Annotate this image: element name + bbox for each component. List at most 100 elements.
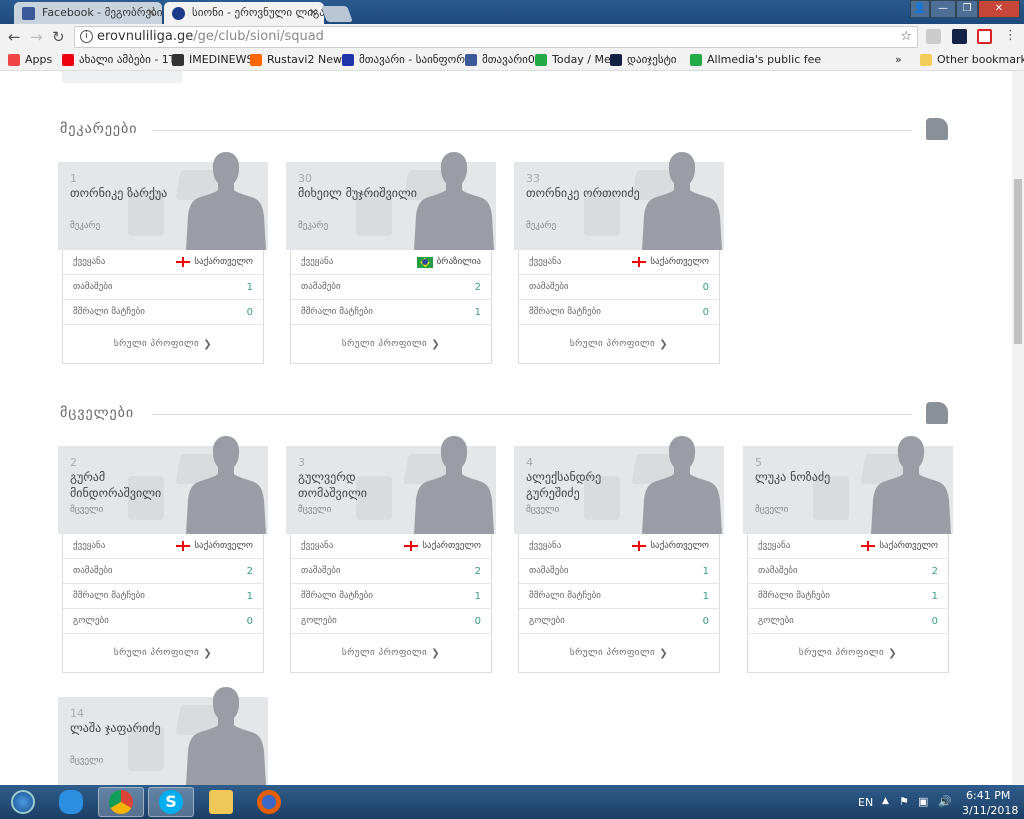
full-profile-button[interactable]: სრული პროფილი ❯ <box>63 634 263 672</box>
stat-label: ქვეყანა <box>301 257 334 267</box>
show-hidden-icons[interactable]: ▲ <box>882 796 889 806</box>
extension-icon[interactable] <box>977 29 992 44</box>
full-profile-label: სრული პროფილი <box>113 648 200 658</box>
player-country: საქართველო <box>861 541 938 551</box>
player-card-header[interactable]: 3 გულვერდ თომაშვილი მცველი <box>286 436 496 534</box>
stat-value: 0 <box>931 615 938 627</box>
season-selector[interactable] <box>62 71 182 83</box>
tab-facebook[interactable]: Facebook - მეგობრები ან ცა ✕ <box>14 2 162 24</box>
stat-row: ქვეყანა საქართველო <box>519 534 719 559</box>
full-profile-button[interactable]: სრული პროფილი ❯ <box>291 325 491 363</box>
firefox-icon[interactable] <box>246 787 292 817</box>
network-icon[interactable]: ▣ <box>918 795 928 808</box>
stat-value: 2 <box>474 281 481 293</box>
player-name[interactable]: ლაშა ჯაფარიძე <box>70 720 190 736</box>
player-card-header[interactable]: 4 ალექსანდრე გურეშიძე მცველი <box>514 436 724 534</box>
start-button[interactable] <box>0 787 46 817</box>
full-profile-button[interactable]: სრული პროფილი ❯ <box>291 634 491 672</box>
bookmark-favicon <box>535 53 547 66</box>
full-profile-button[interactable]: სრული პროფილი ❯ <box>519 634 719 672</box>
profile-button[interactable]: 👤 <box>910 0 930 18</box>
bookmarks-bar: Other bookmarks » Apps ახალი ამბები - 1TV… <box>0 50 1024 71</box>
stat-label: ქვეყანა <box>758 541 791 551</box>
stat-value: 1 <box>474 306 481 318</box>
bookmark-item[interactable]: დაიჯესტი <box>610 53 677 66</box>
full-profile-button[interactable]: სრული პროფილი ❯ <box>63 325 263 363</box>
restore-button[interactable]: ❐ <box>956 0 978 18</box>
full-profile-label: სრული პროფილი <box>798 648 885 658</box>
bookmark-item[interactable]: Today / Me <box>535 53 611 66</box>
full-profile-label: სრული პროფილი <box>113 339 200 349</box>
pdf-extension-icon[interactable] <box>926 29 941 44</box>
tab-sioni[interactable]: სიონი - ეროვნული ლიგა ✕ <box>164 2 324 24</box>
player-card-header[interactable]: 5 ლუკა ნოზაძე მცველი <box>743 436 953 534</box>
player-silhouette-icon <box>642 152 722 250</box>
player-card: 1 თორნიკე ზარქუა მეკარე ქვეყანა საქართველო თა… <box>58 152 268 364</box>
internet-explorer-icon[interactable] <box>48 787 94 817</box>
player-name[interactable]: ლუკა ნოზაძე <box>755 469 875 485</box>
player-card-header[interactable]: 33 თორნიკე ორთოიძე მეკარე <box>514 152 724 250</box>
bookmark-item[interactable]: Allmedia's public fee <box>690 53 821 66</box>
bookmark-item[interactable]: მთავარი0 <box>465 53 535 66</box>
info-icon[interactable]: i <box>80 30 93 43</box>
close-tab-icon[interactable]: ✕ <box>309 2 318 24</box>
bookmark-item[interactable]: Apps <box>8 53 52 66</box>
bookmarks-overflow-button[interactable]: » <box>895 53 902 66</box>
player-name[interactable]: მიხეილ მუჯრიშვილი <box>298 185 418 201</box>
skype-icon[interactable]: S <box>148 787 194 817</box>
player-card-header[interactable]: 14 ლაშა ჯაფარიძე მცველი <box>58 687 268 785</box>
player-silhouette-icon <box>414 152 494 250</box>
bookmark-item[interactable]: Rustavi2 News <box>250 53 348 66</box>
url-path: /ge/club/sioni/squad <box>193 29 324 44</box>
reload-button[interactable]: ↻ <box>52 28 65 46</box>
file-explorer-icon[interactable] <box>198 787 244 817</box>
player-name[interactable]: გულვერდ თომაშვილი <box>298 469 418 501</box>
stat-row: თამაშები 1 <box>63 275 263 300</box>
full-profile-button[interactable]: სრული პროფილი ❯ <box>748 634 948 672</box>
player-card: 4 ალექსანდრე გურეშიძე მცველი ქვეყანა საქართვ… <box>514 436 724 673</box>
player-name[interactable]: თორნიკე ორთოიძე <box>526 185 646 201</box>
country-name: საქართველო <box>194 257 253 267</box>
forward-button[interactable]: → <box>30 28 43 46</box>
bookmark-label: ახალი ამბები - 1TV <box>79 53 184 66</box>
player-card: 14 ლაშა ჯაფარიძე მცველი <box>58 687 268 785</box>
player-card-header[interactable]: 2 გურამ მინდორაშვილი მცველი <box>58 436 268 534</box>
country-name: საქართველო <box>650 257 709 267</box>
minimize-button[interactable]: — <box>930 0 956 18</box>
player-name[interactable]: გურამ მინდორაშვილი <box>70 469 190 501</box>
chevron-right-icon: ❯ <box>203 647 213 659</box>
clock-time[interactable]: 6:41 PM <box>966 789 1010 802</box>
clock-date[interactable]: 3/11/2018 <box>962 804 1018 817</box>
stat-row: ქვეყანა საქართველო <box>291 534 491 559</box>
bookmark-item[interactable]: ახალი ამბები - 1TV <box>62 53 183 66</box>
page-scrollbar[interactable] <box>1012 71 1024 785</box>
action-center-flag-icon[interactable]: ⚑ <box>899 795 909 808</box>
stat-label: მშრალი მატჩები <box>73 307 145 317</box>
volume-icon[interactable]: 🔊 <box>938 795 952 808</box>
back-button[interactable]: ← <box>8 28 21 46</box>
stat-row: მშრალი მატჩები 1 <box>519 584 719 609</box>
bookmark-item[interactable]: IMEDINEWS <box>172 53 253 66</box>
address-bar[interactable]: i erovnuliliga.ge/ge/club/sioni/squad ☆ <box>74 26 918 48</box>
close-tab-icon[interactable]: ✕ <box>147 2 156 24</box>
player-stats: ქვეყანა საქართველო თამაშები 2 მშრალი მატჩები… <box>290 534 492 673</box>
player-number: 3 <box>298 456 305 469</box>
stat-label: მშრალი მატჩები <box>529 307 601 317</box>
new-tab-button[interactable] <box>321 6 353 22</box>
language-indicator[interactable]: EN <box>858 796 873 809</box>
video-extension-icon[interactable] <box>952 29 967 44</box>
bookmark-star-icon[interactable]: ☆ <box>900 27 912 47</box>
player-name[interactable]: ალექსანდრე გურეშიძე <box>526 469 646 501</box>
close-window-button[interactable]: ✕ <box>978 0 1020 18</box>
stat-row: მშრალი მატჩები 0 <box>63 300 263 325</box>
bookmark-item[interactable]: მთავარი - საინფორმ <box>342 53 471 66</box>
other-bookmarks[interactable]: Other bookmarks <box>920 53 1024 66</box>
full-profile-button[interactable]: სრული პროფილი ❯ <box>519 325 719 363</box>
menu-icon[interactable]: ⋮ <box>1004 28 1017 43</box>
scrollbar-thumb[interactable] <box>1014 179 1022 344</box>
chrome-icon[interactable] <box>98 787 144 817</box>
player-number: 14 <box>70 707 84 720</box>
player-name[interactable]: თორნიკე ზარქუა <box>70 185 190 201</box>
player-card-header[interactable]: 30 მიხეილ მუჯრიშვილი მეკარე <box>286 152 496 250</box>
player-card-header[interactable]: 1 თორნიკე ზარქუა მეკარე <box>58 152 268 250</box>
